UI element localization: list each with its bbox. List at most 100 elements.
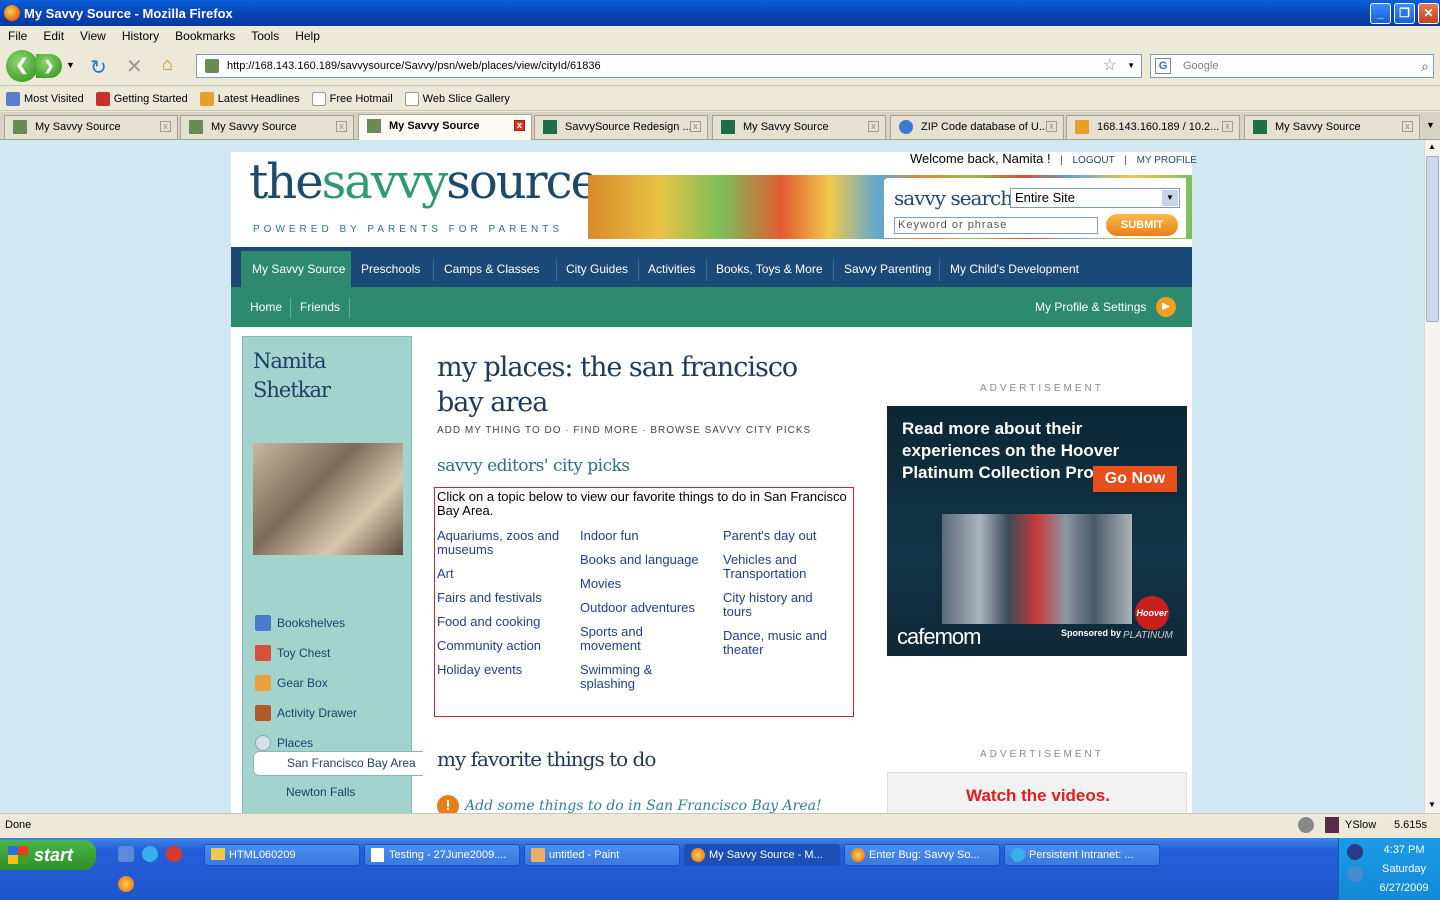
nav-childs-development[interactable]: My Child's Development xyxy=(950,247,1079,287)
nav-my-savvy-source[interactable]: My Savvy Source xyxy=(241,251,351,287)
pick-vehicles[interactable]: Vehicles and Transportation xyxy=(723,553,833,581)
place-san-francisco-bay-area[interactable]: San Francisco Bay Area xyxy=(253,751,423,776)
url-dropdown-icon[interactable]: ▼ xyxy=(1127,55,1135,77)
stop-icon[interactable]: ✕ xyxy=(126,54,143,79)
task-testing-doc[interactable]: Testing - 27June2009.... xyxy=(364,844,520,866)
profile-settings-link[interactable]: My Profile & Settings xyxy=(1035,300,1146,314)
yslow-icon[interactable] xyxy=(1325,817,1339,833)
reload-icon[interactable]: ↻ xyxy=(90,55,107,80)
tab-close-icon[interactable]: x xyxy=(1402,121,1413,132)
messenger-icon[interactable] xyxy=(1347,866,1363,882)
quicklaunch-ie-icon[interactable] xyxy=(142,846,158,862)
pick-holiday[interactable]: Holiday events xyxy=(437,663,522,677)
pick-art[interactable]: Art xyxy=(437,567,454,581)
task-paint[interactable]: untitled - Paint xyxy=(524,844,680,866)
minimize-button[interactable]: _ xyxy=(1370,3,1391,24)
start-button[interactable]: start xyxy=(0,840,96,870)
menu-view[interactable]: View xyxy=(72,29,114,43)
pick-swimming[interactable]: Swimming & splashing xyxy=(580,663,690,691)
back-button[interactable]: ❮ xyxy=(6,50,38,82)
firebug-icon[interactable] xyxy=(1298,817,1314,833)
yslow-label[interactable]: YSlow xyxy=(1345,814,1376,836)
quicklaunch-firefox-icon[interactable] xyxy=(118,876,134,892)
pick-dance-music[interactable]: Dance, music and theater xyxy=(723,629,848,657)
pick-indoor-fun[interactable]: Indoor fun xyxy=(580,529,639,543)
nav-savvy-parenting[interactable]: Savvy Parenting xyxy=(844,247,931,287)
tab-list-dropdown-icon[interactable]: ▼ xyxy=(1426,120,1435,130)
forward-button[interactable]: ❯ xyxy=(36,54,62,78)
sidebar-gear-box[interactable]: Gear Box xyxy=(255,675,328,691)
bookmark-web-slice-gallery[interactable]: Web Slice Gallery xyxy=(404,91,510,106)
menu-help[interactable]: Help xyxy=(287,29,328,43)
nav-camps-classes[interactable]: Camps & Classes xyxy=(444,247,539,287)
sidebar-toy-chest[interactable]: Toy Chest xyxy=(255,645,330,661)
menu-file[interactable]: File xyxy=(0,29,35,43)
close-window-button[interactable]: ✕ xyxy=(1418,3,1439,24)
keyword-input[interactable]: Keyword or phrase xyxy=(894,217,1098,234)
place-newton-falls[interactable]: Newton Falls xyxy=(286,785,355,799)
nav-activities[interactable]: Activities xyxy=(648,247,695,287)
pick-aquariums[interactable]: Aquariums, zoos and museums xyxy=(437,529,573,557)
sidebar-places[interactable]: San Francisco Bay AreaPlaces xyxy=(255,735,313,751)
tab-my-savvy-source-active[interactable]: My Savvy Source x xyxy=(358,114,532,140)
hoover-advertisement[interactable]: Read more about their experiences on the… xyxy=(887,406,1187,656)
home-icon[interactable]: ⌂ xyxy=(162,54,173,75)
tab-my-savvy-source-1[interactable]: My Savvy Source x xyxy=(4,115,178,139)
quicklaunch-app-icon[interactable] xyxy=(166,846,182,862)
sidebar-activity-drawer[interactable]: Activity Drawer xyxy=(255,705,357,721)
task-enter-bug[interactable]: Enter Bug: Savvy So... xyxy=(844,844,1000,866)
play-arrow-icon[interactable]: ▶ xyxy=(1156,297,1176,317)
task-persistent-intranet[interactable]: Persistent Intranet: ... xyxy=(1004,844,1160,866)
task-html060209[interactable]: HTML060209 xyxy=(204,844,360,866)
search-icon[interactable]: ⌕ xyxy=(1421,55,1429,77)
pick-books-language[interactable]: Books and language xyxy=(580,553,699,567)
tab-close-icon[interactable]: x xyxy=(336,121,347,132)
search-submit-button[interactable]: SUBMIT xyxy=(1106,214,1178,236)
tab-close-icon[interactable]: x xyxy=(160,121,171,132)
nav-preschools[interactable]: Preschools xyxy=(361,247,420,287)
video-advertisement[interactable]: Watch the videos. xyxy=(887,772,1187,813)
pick-parents-day-out[interactable]: Parent's day out xyxy=(723,529,817,543)
my-profile-link[interactable]: MY PROFILE xyxy=(1137,155,1197,166)
scroll-thumb[interactable] xyxy=(1426,156,1439,322)
menu-edit[interactable]: Edit xyxy=(35,29,72,43)
sidebar-bookshelves[interactable]: Bookshelves xyxy=(255,615,345,631)
history-dropdown-icon[interactable]: ▼ xyxy=(66,60,75,70)
menu-tools[interactable]: Tools xyxy=(243,29,287,43)
tab-my-savvy-source-3[interactable]: My Savvy Source x xyxy=(712,115,886,139)
menu-history[interactable]: History xyxy=(114,29,167,43)
bookmark-star-icon[interactable]: ☆ xyxy=(1103,55,1117,77)
pick-food[interactable]: Food and cooking xyxy=(437,615,540,629)
restore-button[interactable]: ❐ xyxy=(1394,3,1415,24)
url-bar[interactable]: http://168.143.160.189/savvysource/Savvy… xyxy=(196,54,1142,78)
site-logo[interactable]: thesavvysource POWERED BY PARENTS FOR PA… xyxy=(231,152,599,240)
tab-my-savvy-source-4[interactable]: My Savvy Source x xyxy=(1244,115,1420,139)
logout-link[interactable]: LOGOUT xyxy=(1073,155,1115,166)
subnav-home[interactable]: Home xyxy=(250,300,282,314)
pick-outdoor[interactable]: Outdoor adventures xyxy=(580,601,695,615)
pick-fairs[interactable]: Fairs and festivals xyxy=(437,591,542,605)
pick-community[interactable]: Community action xyxy=(437,639,541,653)
tab-close-icon[interactable]: x xyxy=(1046,121,1057,132)
pick-city-history[interactable]: City history and tours xyxy=(723,591,833,619)
pick-movies[interactable]: Movies xyxy=(580,577,621,591)
scroll-down-icon[interactable]: ▼ xyxy=(1428,800,1436,809)
profile-photo[interactable] xyxy=(253,443,403,555)
ad-go-now-button[interactable]: Go Now xyxy=(1093,466,1177,492)
google-engine-icon[interactable]: G xyxy=(1155,58,1171,74)
menu-bookmarks[interactable]: Bookmarks xyxy=(167,29,243,43)
tab-savvysource-redesign[interactable]: SavvySource Redesign ... x xyxy=(534,115,708,139)
place-actions[interactable]: ADD MY THING TO DO · FIND MORE · BROWSE … xyxy=(437,425,811,436)
tab-close-icon[interactable]: x xyxy=(1222,121,1233,132)
bookmark-getting-started[interactable]: Getting Started xyxy=(95,91,188,106)
bookmark-free-hotmail[interactable]: Free Hotmail xyxy=(311,91,393,106)
pick-sports[interactable]: Sports and movement xyxy=(580,625,690,653)
clock-time[interactable]: 4:37 PM xyxy=(1369,844,1439,856)
scroll-up-icon[interactable]: ▲ xyxy=(1428,142,1436,151)
quicklaunch-desktop-icon[interactable] xyxy=(118,846,134,862)
chevron-down-icon[interactable]: ▼ xyxy=(1162,190,1178,206)
nav-books-toys-more[interactable]: Books, Toys & More xyxy=(716,247,823,287)
tab-phpmyadmin[interactable]: 168.143.160.189 / 10.2... x xyxy=(1066,115,1240,139)
task-firefox-savvy[interactable]: My Savvy Source - M... xyxy=(684,844,840,866)
network-icon[interactable] xyxy=(1347,844,1363,860)
